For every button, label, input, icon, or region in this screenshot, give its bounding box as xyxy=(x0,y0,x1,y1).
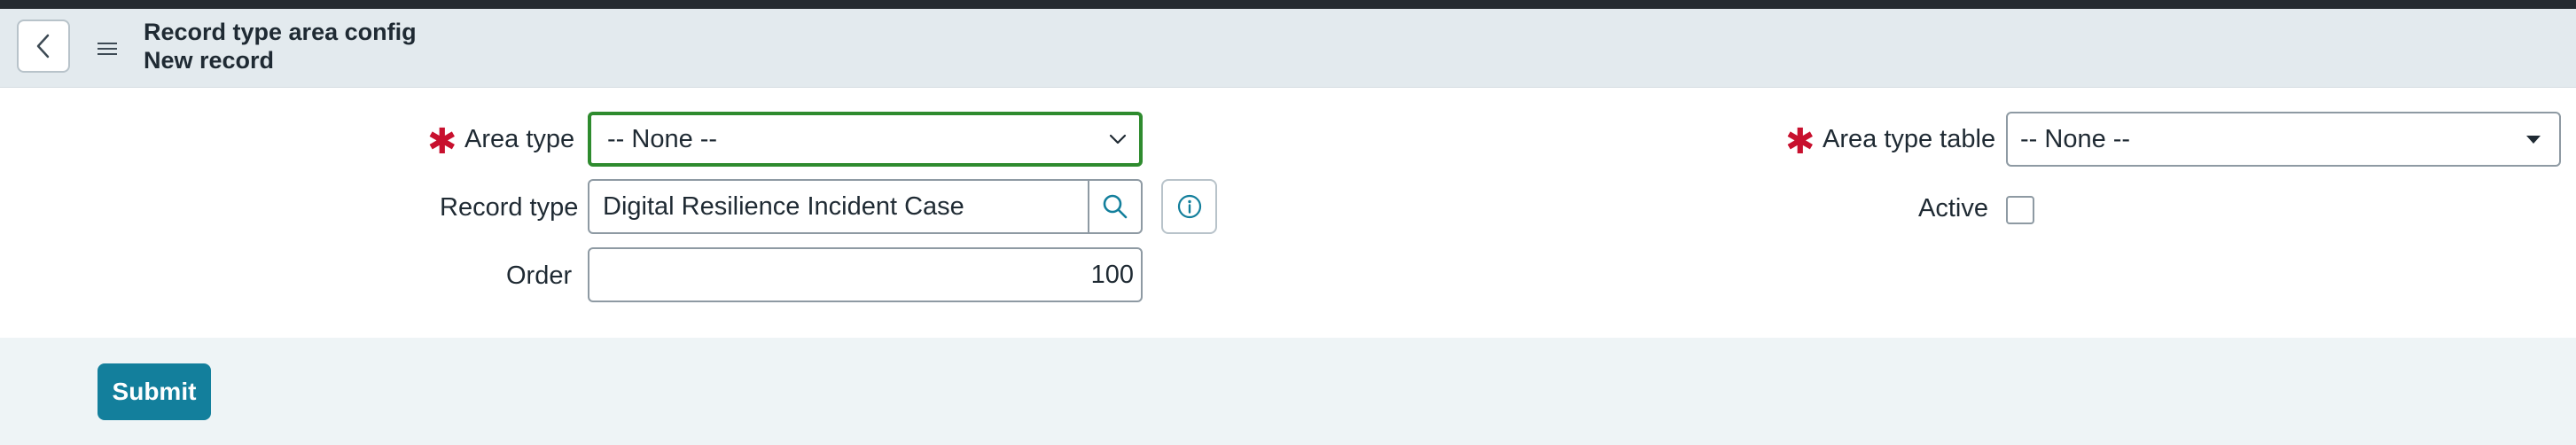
chevron-down-icon xyxy=(1109,134,1127,144)
area-type-table-select[interactable]: -- None -- xyxy=(2006,112,2561,167)
record-type-info-button[interactable] xyxy=(1161,179,1217,234)
chevron-left-icon xyxy=(36,34,50,59)
record-type-input[interactable]: Digital Resilience Incident Case xyxy=(588,179,1089,234)
area-type-table-value: -- None -- xyxy=(2020,124,2131,153)
order-value: 100 xyxy=(1090,260,1134,289)
order-label: Order xyxy=(506,262,573,290)
area-type-label: Area type xyxy=(464,125,575,153)
submit-button[interactable]: Submit xyxy=(98,363,211,420)
area-type-value: -- None -- xyxy=(607,124,718,153)
area-type-table-label: Area type table xyxy=(1823,125,1996,153)
top-bar xyxy=(0,0,2576,9)
page-title-line2: New record xyxy=(144,47,275,74)
area-type-select[interactable]: -- None -- xyxy=(588,112,1143,167)
page-title: Record type area config New record xyxy=(144,18,417,74)
order-input[interactable]: 100 xyxy=(588,247,1143,302)
record-form: ✱ Area type -- None -- Record type Digit… xyxy=(0,88,2576,338)
required-asterisk-icon: ✱ xyxy=(1785,122,1815,161)
record-type-label: Record type xyxy=(440,193,579,222)
active-checkbox[interactable] xyxy=(2006,196,2034,224)
info-icon xyxy=(1177,194,1201,219)
required-asterisk-icon: ✱ xyxy=(427,122,457,161)
record-type-value: Digital Resilience Incident Case xyxy=(603,191,964,221)
hamburger-menu-icon[interactable] xyxy=(98,42,117,56)
page-title-line1: Record type area config xyxy=(144,19,417,45)
caret-down-icon xyxy=(2526,136,2541,144)
search-icon xyxy=(1103,194,1128,219)
record-type-lookup-button[interactable] xyxy=(1089,179,1143,234)
form-header: Record type area config New record xyxy=(0,9,2576,88)
active-label: Active xyxy=(1918,194,1988,222)
form-footer: Submit xyxy=(0,338,2576,445)
back-button[interactable] xyxy=(17,20,70,73)
